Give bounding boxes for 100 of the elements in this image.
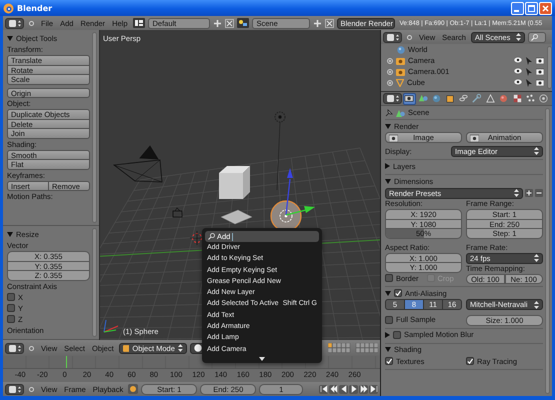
collapse-triangle-icon[interactable]: [385, 347, 391, 352]
chain-icon: [458, 93, 469, 104]
scrollbar[interactable]: [92, 32, 97, 223]
app-logo-icon: [3, 2, 14, 14]
pin-icon[interactable]: [385, 108, 393, 116]
camera-icon[interactable]: [536, 78, 544, 86]
axis-gizmo-drawing: [104, 320, 118, 332]
updown-arrows-icon: [534, 300, 539, 308]
keyframe-icon[interactable]: [128, 384, 138, 394]
camera-icon[interactable]: [536, 68, 544, 74]
collapse-triangle-icon[interactable]: [7, 232, 13, 236]
checker-icon: [512, 93, 523, 104]
material-tab[interactable]: [497, 92, 510, 104]
physics-tab[interactable]: [538, 92, 550, 104]
checkbox[interactable]: [393, 330, 401, 338]
scrollbar[interactable]: [92, 228, 97, 337]
expand-icon[interactable]: [387, 68, 393, 74]
camera-icon: [396, 56, 405, 64]
3d-cursor-drawing[interactable]: [190, 230, 204, 246]
updown-arrows-icon: [516, 33, 521, 41]
editor-type-button[interactable]: [5, 342, 24, 354]
scene-icon[interactable]: [236, 18, 248, 28]
jump-to-start-button[interactable]: [319, 384, 328, 394]
eye-icon[interactable]: [514, 68, 522, 74]
remove-icon[interactable]: [535, 189, 543, 197]
triangle-icon: [396, 78, 404, 86]
modifiers-tab[interactable]: [470, 92, 484, 104]
window-title: Blender: [17, 4, 52, 12]
shapes-icon: [418, 93, 429, 104]
cube-icon: [122, 344, 130, 352]
collapse-menu-icon[interactable]: [29, 20, 34, 26]
collapse-menu-icon[interactable]: [29, 346, 34, 350]
collapse-menu-icon[interactable]: [29, 386, 34, 392]
camera-icon[interactable]: [536, 56, 544, 64]
add-icon[interactable]: [312, 18, 322, 28]
particles-tab[interactable]: [524, 92, 537, 104]
updown-arrows-icon: [178, 344, 183, 352]
shapes-icon: [396, 108, 405, 116]
dots-icon: [524, 93, 536, 104]
checkbox[interactable]: [466, 357, 474, 365]
cube-icon: [444, 93, 456, 104]
add-icon[interactable]: [525, 189, 533, 197]
checkbox[interactable]: [385, 316, 393, 324]
close-icon[interactable]: [224, 18, 234, 28]
add-icon[interactable]: [212, 18, 222, 28]
camera-icon: [404, 93, 415, 104]
checkbox[interactable]: [7, 315, 15, 323]
current-frame-line[interactable]: [66, 356, 67, 368]
scrollbar[interactable]: [545, 108, 550, 394]
expand-icon[interactable]: [387, 58, 393, 64]
layer-buttons-icon[interactable]: [328, 343, 378, 353]
object-tab[interactable]: [444, 92, 456, 104]
globe-icon: [431, 93, 442, 104]
data-tab[interactable]: [484, 92, 496, 104]
cube-drawing[interactable]: [219, 166, 250, 199]
updown-arrows-icon: [534, 147, 539, 155]
close-icon: [542, 4, 549, 12]
search-icon: [208, 233, 215, 240]
play-reverse-button[interactable]: [339, 384, 348, 394]
editor-type-button[interactable]: [5, 18, 24, 28]
expand-icon[interactable]: [387, 80, 393, 86]
close-button[interactable]: [539, 2, 552, 14]
search-icon: [530, 34, 538, 40]
globe-icon: [397, 46, 405, 54]
previous-keyframe-button[interactable]: [329, 384, 338, 394]
checkbox[interactable]: [394, 289, 402, 297]
plane-drawing[interactable]: [220, 210, 252, 224]
updown-arrows-icon: [514, 189, 519, 197]
camera-icon: [396, 68, 405, 76]
triangle-icon: [484, 93, 496, 104]
search-field[interactable]: [528, 32, 546, 42]
checkbox[interactable]: [385, 274, 393, 282]
checkbox[interactable]: [7, 304, 15, 312]
play-button[interactable]: [349, 384, 358, 394]
eye-icon[interactable]: [514, 56, 522, 62]
jump-to-end-button[interactable]: [369, 384, 378, 394]
render-tab[interactable]: [403, 92, 416, 104]
editor-type-button[interactable]: [383, 32, 402, 42]
close-icon[interactable]: [324, 18, 334, 28]
orbit-icon: [538, 93, 550, 104]
editor-type-button[interactable]: [383, 93, 402, 104]
sphere-icon: [194, 344, 202, 352]
checkbox[interactable]: [7, 293, 15, 301]
checkbox[interactable]: [385, 357, 393, 365]
updown-arrows-icon: [534, 254, 539, 262]
wrench-icon: [471, 93, 482, 104]
maximize-button[interactable]: [525, 2, 538, 14]
camera-icon: [389, 134, 398, 142]
maximize-icon: [528, 4, 535, 12]
scrollbar[interactable]: [547, 46, 552, 89]
camera-icon: [470, 134, 479, 142]
sphere-icon: [498, 93, 510, 104]
eye-icon[interactable]: [514, 78, 522, 84]
minimize-button[interactable]: [511, 2, 524, 14]
editor-type-button[interactable]: [5, 384, 24, 394]
collapse-menu-icon[interactable]: [407, 34, 412, 40]
expand-triangle-icon[interactable]: [385, 163, 390, 169]
screen-layout-icon[interactable]: [132, 18, 144, 28]
next-keyframe-button[interactable]: [359, 384, 368, 394]
collapse-triangle-icon[interactable]: [7, 36, 13, 40]
